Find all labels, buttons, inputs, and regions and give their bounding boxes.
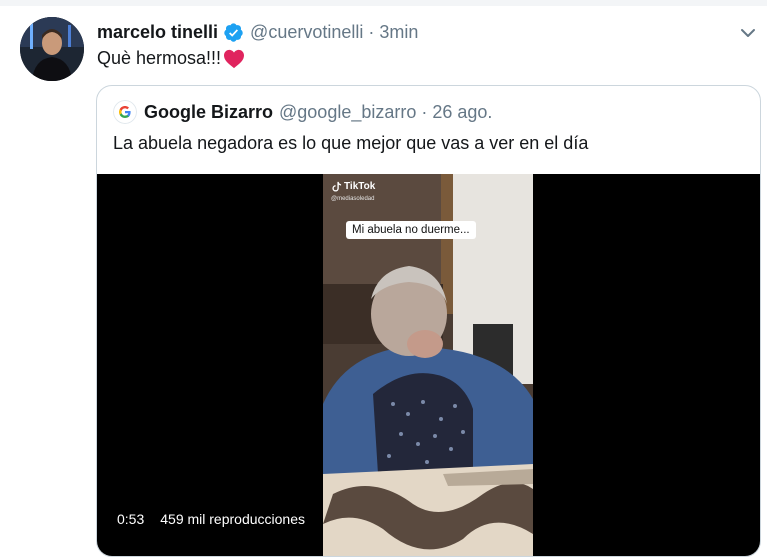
quoted-tweet-card[interactable]: Google Bizarro @google_bizarro · 26 ago.… — [96, 85, 761, 557]
author-handle[interactable]: @cuervotinelli — [250, 22, 363, 43]
google-logo-icon[interactable] — [113, 100, 137, 124]
top-divider — [0, 0, 767, 6]
tiktok-watermark: TikTok — [331, 181, 375, 192]
avatar[interactable] — [20, 17, 84, 81]
tweet-text: Què hermosa!!! — [97, 48, 245, 69]
author-name[interactable]: marcelo tinelli — [97, 22, 218, 43]
red-heart-icon — [223, 49, 245, 69]
tweet-header: marcelo tinelli @cuervotinelli · 3min — [97, 20, 418, 44]
quoted-author-name[interactable]: Google Bizarro — [144, 102, 273, 123]
chevron-down-icon[interactable] — [737, 22, 759, 44]
separator-dot: · — [368, 21, 375, 42]
separator-dot: · — [421, 101, 428, 122]
video-stats: 0:53 459 mil reproducciones — [110, 506, 312, 532]
tiktok-logo-icon — [332, 181, 342, 192]
tiktok-label: TikTok — [344, 181, 376, 192]
quoted-tweet-date[interactable]: 26 ago. — [432, 102, 492, 123]
video-caption: Mi abuela no duerme... — [346, 221, 476, 239]
video-duration: 0:53 — [117, 511, 145, 527]
tweet-text-content: Què hermosa!!! — [97, 48, 222, 68]
verified-badge-icon — [223, 22, 244, 43]
quoted-tweet-header: Google Bizarro @google_bizarro · 26 ago. — [113, 100, 492, 124]
tiktok-username: @mediasoledad — [331, 196, 375, 202]
video-player[interactable]: TikTok @mediasoledad Mi abuela no duerme… — [97, 174, 760, 556]
quoted-tweet-text: La abuela negadora es lo que mejor que v… — [113, 133, 589, 153]
video-views: 459 mil reproducciones — [160, 511, 305, 527]
tweet-timestamp[interactable]: 3min — [379, 22, 418, 43]
quoted-author-handle[interactable]: @google_bizarro — [279, 102, 416, 123]
video-frame: TikTok @mediasoledad Mi abuela no duerme… — [323, 174, 533, 556]
